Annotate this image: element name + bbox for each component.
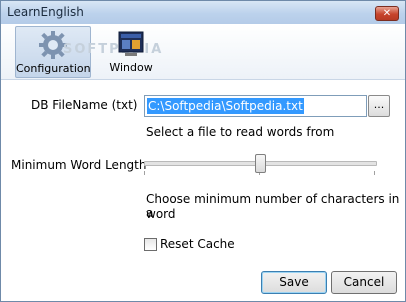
toolbar: Configuration SOFTPEDIA Window [1, 24, 405, 80]
window-title: LearnEnglish [7, 5, 84, 19]
min-word-length-hint-line1: Choose minimum number of characters in a [146, 192, 400, 220]
title-bar[interactable]: LearnEnglish ✕ [1, 1, 405, 24]
db-filename-value: C:\Softpedia\Softpedia.txt [147, 98, 304, 114]
browse-button[interactable]: ... [368, 95, 390, 117]
min-word-length-label: Minimum Word Length [11, 158, 147, 172]
slider-tick [374, 171, 375, 175]
cancel-button[interactable]: Cancel [331, 271, 397, 294]
tab-window[interactable]: Window [105, 26, 157, 76]
close-button[interactable]: ✕ [375, 6, 399, 21]
reset-cache-checkbox[interactable] [144, 238, 157, 251]
window-icon [118, 31, 144, 56]
db-filename-label: DB FileName (txt) [31, 98, 138, 112]
db-filename-hint: Select a file to read words from [146, 125, 335, 139]
close-icon: ✕ [382, 8, 392, 19]
min-word-length-slider-thumb[interactable] [255, 154, 266, 173]
db-filename-input[interactable]: C:\Softpedia\Softpedia.txt [144, 95, 367, 117]
slider-tick [144, 171, 145, 175]
tab-window-label: Window [109, 61, 153, 74]
tab-configuration-label: Configuration [16, 62, 91, 75]
reset-cache-label[interactable]: Reset Cache [160, 237, 235, 251]
min-word-length-hint-line2: word [146, 207, 176, 221]
save-button[interactable]: Save [261, 271, 327, 294]
app-window: LearnEnglish ✕ Configuration SOFTPEDIA W… [0, 0, 406, 302]
